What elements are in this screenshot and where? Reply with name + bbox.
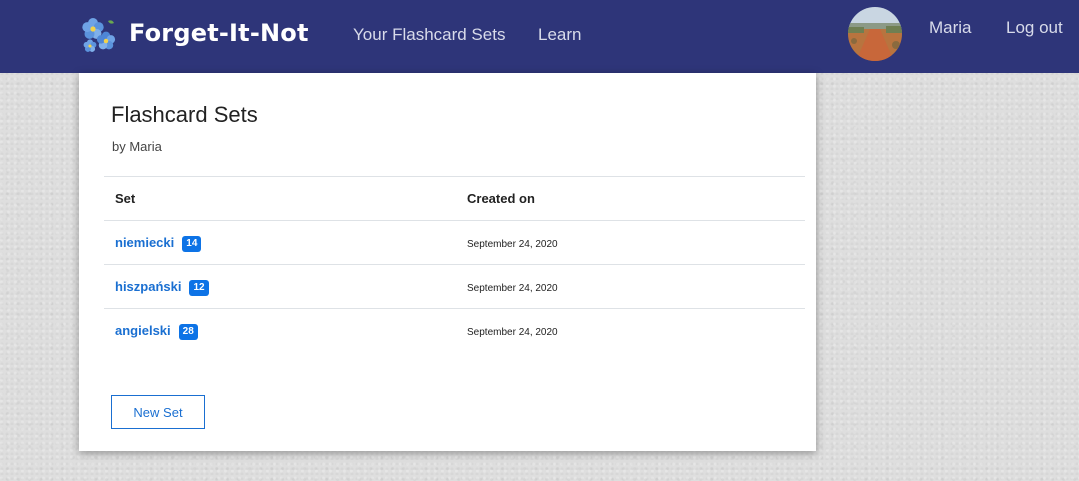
table-row: angielski 28 September 24, 2020 xyxy=(104,309,805,353)
sets-table: Set Created on niemiecki 14 September 24,… xyxy=(104,176,805,352)
nav-link-flashcard-sets[interactable]: Your Flashcard Sets xyxy=(353,25,505,45)
card-count-badge: 12 xyxy=(189,279,209,296)
top-navbar: Forget-It-Not Your Flashcard Sets Learn … xyxy=(0,0,1079,73)
table-header-row: Set Created on xyxy=(104,176,805,221)
created-date: September 24, 2020 xyxy=(467,326,558,338)
nav-link-learn[interactable]: Learn xyxy=(538,25,581,45)
set-cell: angielski 28 xyxy=(104,309,456,353)
created-cell: September 24, 2020 xyxy=(456,264,805,309)
column-header-created-on: Created on xyxy=(456,176,805,221)
created-cell: September 24, 2020 xyxy=(456,309,805,353)
created-date: September 24, 2020 xyxy=(467,282,558,294)
created-cell: September 24, 2020 xyxy=(456,220,805,265)
brand-name: Forget-It-Not xyxy=(129,19,309,47)
column-header-set: Set xyxy=(104,176,456,221)
forget-me-not-flower-icon xyxy=(82,18,116,52)
created-date: September 24, 2020 xyxy=(467,238,558,250)
new-set-button[interactable]: New Set xyxy=(111,395,205,429)
table-row: hiszpański 12 September 24, 2020 xyxy=(104,264,805,309)
brand-link[interactable]: Forget-It-Not xyxy=(78,14,309,58)
sets-table-container: Set Created on niemiecki 14 September 24,… xyxy=(104,176,805,352)
card-count-badge: 14 xyxy=(182,235,202,252)
table-row: niemiecki 14 September 24, 2020 xyxy=(104,220,805,265)
set-link[interactable]: hiszpański xyxy=(115,279,181,294)
avatar[interactable] xyxy=(848,7,902,61)
set-cell: hiszpański 12 xyxy=(104,264,456,309)
page-subtitle: by Maria xyxy=(112,139,162,154)
avatar-landscape-photo xyxy=(848,7,902,61)
card-count-badge: 28 xyxy=(178,323,198,340)
set-link[interactable]: angielski xyxy=(115,323,171,338)
flashcard-sets-card: Flashcard Sets by Maria Set Created on n… xyxy=(79,73,816,451)
logout-link[interactable]: Log out xyxy=(1006,18,1063,38)
set-link[interactable]: niemiecki xyxy=(115,235,174,250)
nav-user-name[interactable]: Maria xyxy=(929,18,972,38)
set-cell: niemiecki 14 xyxy=(104,220,456,265)
page-title: Flashcard Sets xyxy=(111,102,258,127)
